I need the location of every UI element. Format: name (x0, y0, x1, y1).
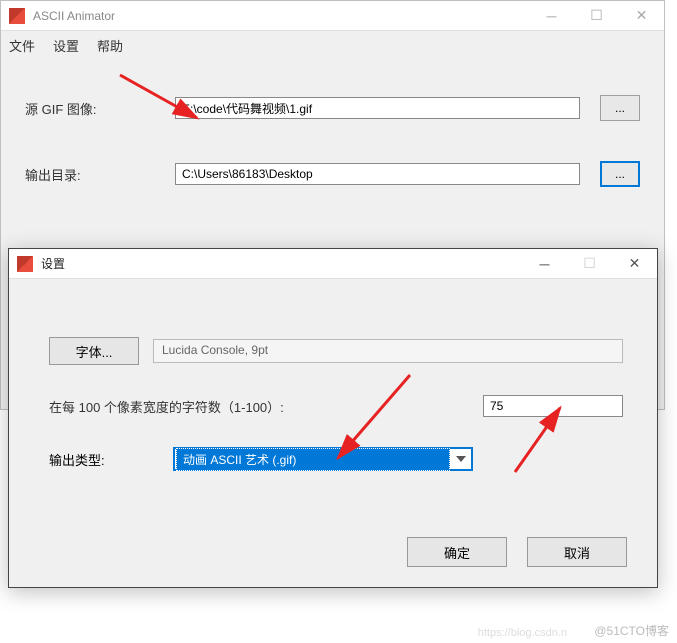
font-button[interactable]: 字体... (49, 337, 139, 365)
source-label: 源 GIF 图像: (25, 99, 165, 118)
menu-file[interactable]: 文件 (9, 36, 35, 55)
dialog-content: 字体... Lucida Console, 9pt 在每 100 个像素宽度的字… (9, 279, 657, 471)
output-type-label: 输出类型: (49, 450, 159, 469)
main-content: 源 GIF 图像: ... 输出目录: ... (1, 59, 664, 187)
ok-button[interactable]: 确定 (407, 537, 507, 567)
output-browse-button[interactable]: ... (600, 161, 640, 187)
menu-help[interactable]: 帮助 (97, 36, 123, 55)
font-display: Lucida Console, 9pt (153, 339, 623, 363)
menubar: 文件 设置 帮助 (1, 31, 664, 59)
output-input[interactable] (175, 163, 580, 185)
close-button[interactable]: ✕ (619, 1, 664, 31)
dialog-icon (17, 256, 33, 272)
density-input[interactable] (483, 395, 623, 417)
source-row: 源 GIF 图像: ... (25, 95, 640, 121)
dialog-title: 设置 (41, 255, 522, 272)
settings-dialog: 设置 ─ ☐ ✕ 字体... Lucida Console, 9pt 在每 10… (8, 248, 658, 588)
source-input[interactable] (175, 97, 580, 119)
output-label: 输出目录: (25, 165, 165, 184)
density-label: 在每 100 个像素宽度的字符数（1-100）: (49, 397, 284, 416)
dialog-buttons: 确定 取消 (407, 537, 627, 567)
maximize-button[interactable]: ☐ (574, 1, 619, 31)
watermark-url: https://blog.csdn.n (478, 627, 567, 639)
font-row: 字体... Lucida Console, 9pt (49, 337, 623, 365)
dialog-minimize-button[interactable]: ─ (522, 249, 567, 279)
menu-settings[interactable]: 设置 (53, 36, 79, 55)
minimize-button[interactable]: ─ (529, 1, 574, 31)
main-titlebar: ASCII Animator ─ ☐ ✕ (1, 1, 664, 31)
window-title: ASCII Animator (33, 9, 529, 23)
app-icon (9, 8, 25, 24)
dialog-maximize-button[interactable]: ☐ (567, 249, 612, 279)
density-row: 在每 100 个像素宽度的字符数（1-100）: (49, 395, 623, 417)
output-type-combo[interactable]: 动画 ASCII 艺术 (.gif) (173, 447, 473, 471)
output-type-row: 输出类型: 动画 ASCII 艺术 (.gif) (49, 447, 623, 471)
output-type-selected: 动画 ASCII 艺术 (.gif) (176, 448, 450, 471)
output-row: 输出目录: ... (25, 161, 640, 187)
watermark: @51CTO博客 (594, 622, 669, 639)
cancel-button[interactable]: 取消 (527, 537, 627, 567)
dialog-close-button[interactable]: ✕ (612, 249, 657, 279)
dialog-titlebar: 设置 ─ ☐ ✕ (9, 249, 657, 279)
chevron-down-icon (451, 456, 471, 462)
source-browse-button[interactable]: ... (600, 95, 640, 121)
